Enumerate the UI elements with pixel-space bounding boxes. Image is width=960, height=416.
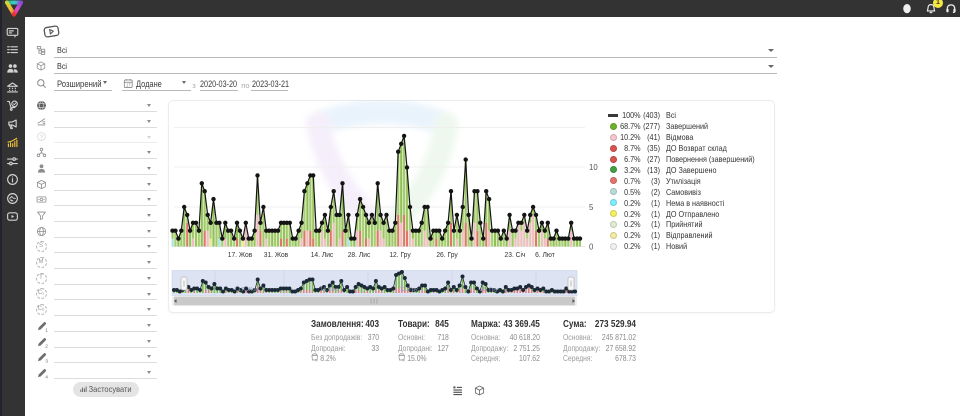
svg-text:%: % xyxy=(402,359,405,363)
svg-text:%: % xyxy=(315,359,318,363)
svg-text:4: 4 xyxy=(45,374,48,379)
svg-text:26. Гру: 26. Гру xyxy=(480,287,498,293)
svg-text:17. Жов: 17. Жов xyxy=(238,287,258,293)
svg-text:14. Лис: 14. Лис xyxy=(320,287,339,293)
svg-text:17: 17 xyxy=(126,83,131,88)
svg-text:2: 2 xyxy=(45,343,48,348)
svg-text:1: 1 xyxy=(45,327,48,332)
svg-text:3: 3 xyxy=(45,359,48,364)
svg-text:12. Гру: 12. Гру xyxy=(400,287,418,293)
